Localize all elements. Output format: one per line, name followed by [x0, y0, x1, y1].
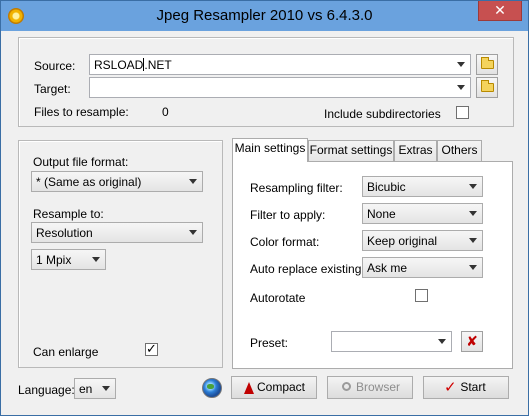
output-format-value: * (Same as original): [36, 175, 142, 189]
size-select[interactable]: 1 Mpix: [31, 249, 106, 270]
resampling-filter-select[interactable]: Bicubic: [362, 176, 483, 197]
size-value: 1 Mpix: [36, 253, 72, 267]
can-enlarge-label: Can enlarge: [33, 345, 99, 359]
language-label: Language:: [18, 383, 75, 397]
filter-to-apply-select[interactable]: None: [362, 203, 483, 224]
language-select[interactable]: en: [74, 378, 116, 399]
can-enlarge-checkbox[interactable]: ✓: [145, 341, 158, 356]
output-format-select[interactable]: * (Same as original): [31, 171, 203, 192]
color-format-select[interactable]: Keep original: [362, 230, 483, 251]
resampling-filter-value: Bicubic: [367, 180, 406, 194]
browser-button[interactable]: Browser: [327, 376, 413, 399]
color-format-value: Keep original: [367, 234, 438, 248]
target-label: Target:: [34, 82, 71, 96]
main-settings-pane: Resampling filter: Bicubic Filter to app…: [232, 161, 513, 369]
files-panel: Source: RSLOAD.NET Target: Files to resa…: [18, 37, 514, 127]
files-to-resample-count: 0: [162, 105, 169, 119]
target-browse-button[interactable]: [476, 77, 498, 98]
chevron-down-icon[interactable]: [457, 85, 465, 90]
preset-select[interactable]: [331, 331, 452, 352]
source-input[interactable]: RSLOAD.NET: [89, 54, 471, 75]
target-input[interactable]: [89, 77, 471, 98]
chevron-down-icon: [469, 211, 477, 216]
folder-icon: [481, 80, 494, 92]
chevron-down-icon: [92, 257, 100, 262]
chevron-down-icon: [469, 238, 477, 243]
color-format-label: Color format:: [250, 235, 320, 249]
start-label: Start: [460, 380, 486, 394]
files-to-resample-label: Files to resample:: [34, 105, 129, 119]
folder-icon: [481, 57, 494, 69]
auto-replace-label: Auto replace existing:: [250, 262, 365, 276]
delete-preset-button[interactable]: ✘: [461, 331, 483, 352]
resample-to-value: Resolution: [36, 226, 93, 240]
chevron-down-icon: [469, 265, 477, 270]
chevron-down-icon[interactable]: [457, 62, 465, 67]
close-button[interactable]: ✕: [478, 1, 522, 21]
source-value: RSLOAD: [94, 58, 144, 72]
checkmark-icon: ✓: [444, 379, 457, 396]
resample-to-select[interactable]: Resolution: [31, 222, 203, 243]
filter-to-apply-label: Filter to apply:: [250, 208, 326, 222]
include-subdirectories-label: Include subdirectories: [324, 107, 441, 121]
tab-label: Extras: [398, 143, 433, 157]
source-value-rest: .NET: [144, 58, 172, 72]
auto-replace-value: Ask me: [367, 261, 408, 275]
tab-others[interactable]: Others: [437, 140, 482, 161]
auto-replace-select[interactable]: Ask me: [362, 257, 483, 278]
chevron-down-icon: [189, 179, 197, 184]
tab-extras[interactable]: Extras: [394, 140, 437, 161]
language-value: en: [79, 382, 93, 396]
window-title: Jpeg Resampler 2010 vs 6.4.3.0: [156, 7, 373, 24]
chevron-down-icon: [469, 184, 477, 189]
title-bar[interactable]: Jpeg Resampler 2010 vs 6.4.3.0 ✕: [1, 1, 528, 31]
preset-label: Preset:: [250, 336, 289, 350]
chevron-down-icon: [438, 339, 446, 344]
magnifier-icon: [342, 382, 351, 391]
start-button[interactable]: ✓ Start: [423, 376, 509, 399]
compact-button[interactable]: Compact: [231, 376, 317, 399]
compact-label: Compact: [256, 380, 306, 394]
output-format-label: Output file format:: [33, 155, 129, 169]
chevron-down-icon: [102, 386, 110, 391]
source-label: Source:: [34, 59, 76, 73]
checkmark-icon: ✓: [146, 341, 157, 356]
autorotate-checkbox[interactable]: [415, 289, 428, 302]
include-subdirectories-checkbox[interactable]: [456, 106, 469, 119]
autorotate-label: Autorotate: [250, 291, 306, 305]
tab-label: Format settings: [309, 143, 393, 157]
output-panel: Output file format: * (Same as original)…: [18, 140, 223, 368]
resample-to-label: Resample to:: [33, 207, 104, 221]
red-x-icon: ✘: [466, 333, 478, 349]
tab-label: Main settings: [234, 141, 306, 155]
red-arrow-up-icon: [244, 382, 254, 394]
resampling-filter-label: Resampling filter:: [250, 181, 343, 195]
tab-main-settings[interactable]: Main settings: [232, 138, 308, 162]
browser-label: Browser: [355, 380, 400, 394]
tab-format-settings[interactable]: Format settings: [308, 140, 394, 161]
tab-label: Others: [441, 143, 478, 157]
chevron-down-icon: [189, 230, 197, 235]
filter-to-apply-value: None: [367, 207, 396, 221]
source-browse-button[interactable]: [476, 54, 498, 75]
globe-icon[interactable]: [202, 378, 222, 398]
app-window: Jpeg Resampler 2010 vs 6.4.3.0 ✕ Source:…: [0, 0, 529, 416]
